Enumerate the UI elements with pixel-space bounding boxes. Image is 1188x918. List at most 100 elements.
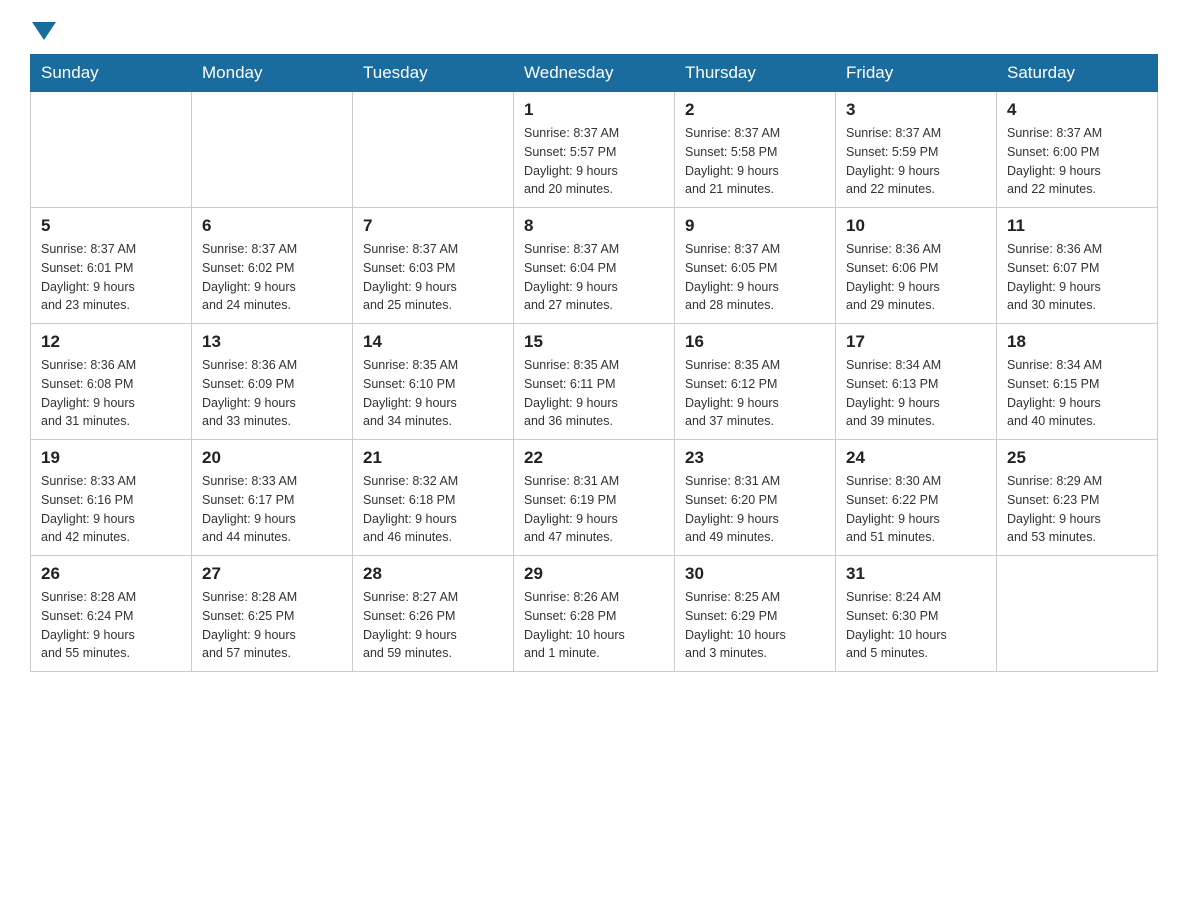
day-number: 22 xyxy=(524,448,664,468)
calendar-cell: 19Sunrise: 8:33 AMSunset: 6:16 PMDayligh… xyxy=(31,440,192,556)
day-info: Sunrise: 8:32 AMSunset: 6:18 PMDaylight:… xyxy=(363,472,503,547)
calendar-cell: 17 Sunrise: 8:34 AMSunset: 6:13 PMDayligh… xyxy=(836,324,997,440)
day-info: Sunrise: 8:30 AMSunset: 6:22 PMDaylight:… xyxy=(846,472,986,547)
day-info: Sunrise: 8:36 AMSunset: 6:08 PMDaylight:… xyxy=(41,356,181,431)
day-info: Sunrise: 8:26 AMSunset: 6:28 PMDaylight:… xyxy=(524,588,664,663)
calendar-cell: 29 Sunrise: 8:26 AMSunset: 6:28 PMDayligh… xyxy=(514,556,675,672)
day-number: 3 xyxy=(846,100,986,120)
calendar-cell: 9 Sunrise: 8:37 AMSunset: 6:05 PMDaylight… xyxy=(675,208,836,324)
day-info: Sunrise: 8:34 AMSunset: 6:13 PMDaylight:… xyxy=(846,356,986,431)
day-info: Sunrise: 8:34 AMSunset: 6:15 PMDaylight:… xyxy=(1007,356,1147,431)
day-number: 24 xyxy=(846,448,986,468)
day-info: Sunrise: 8:24 AMSunset: 6:30 PMDaylight:… xyxy=(846,588,986,663)
day-number: 18 xyxy=(1007,332,1147,352)
day-info: Sunrise: 8:27 AMSunset: 6:26 PMDaylight:… xyxy=(363,588,503,663)
day-info: Sunrise: 8:33 AMSunset: 6:16 PMDaylight:… xyxy=(41,472,181,547)
calendar-weekday-sunday: Sunday xyxy=(31,55,192,92)
day-number: 14 xyxy=(363,332,503,352)
calendar-cell xyxy=(997,556,1158,672)
day-number: 30 xyxy=(685,564,825,584)
calendar-week-row: 19Sunrise: 8:33 AMSunset: 6:16 PMDayligh… xyxy=(31,440,1158,556)
day-info: Sunrise: 8:29 AMSunset: 6:23 PMDaylight:… xyxy=(1007,472,1147,547)
calendar-cell: 31Sunrise: 8:24 AMSunset: 6:30 PMDayligh… xyxy=(836,556,997,672)
calendar-cell xyxy=(192,92,353,208)
day-info: Sunrise: 8:28 AMSunset: 6:24 PMDaylight:… xyxy=(41,588,181,663)
day-info: Sunrise: 8:37 AMSunset: 5:59 PMDaylight:… xyxy=(846,124,986,199)
day-number: 23 xyxy=(685,448,825,468)
calendar-cell: 18 Sunrise: 8:34 AMSunset: 6:15 PMDayligh… xyxy=(997,324,1158,440)
calendar-cell: 22Sunrise: 8:31 AMSunset: 6:19 PMDayligh… xyxy=(514,440,675,556)
day-info: Sunrise: 8:37 AMSunset: 6:05 PMDaylight:… xyxy=(685,240,825,315)
day-info: Sunrise: 8:37 AMSunset: 6:04 PMDaylight:… xyxy=(524,240,664,315)
day-info: Sunrise: 8:37 AMSunset: 5:58 PMDaylight:… xyxy=(685,124,825,199)
logo-triangle-icon xyxy=(32,22,56,40)
calendar-cell: 20Sunrise: 8:33 AMSunset: 6:17 PMDayligh… xyxy=(192,440,353,556)
day-number: 20 xyxy=(202,448,342,468)
day-number: 2 xyxy=(685,100,825,120)
calendar-cell: 24 Sunrise: 8:30 AMSunset: 6:22 PMDayligh… xyxy=(836,440,997,556)
calendar-cell: 12 Sunrise: 8:36 AMSunset: 6:08 PMDayligh… xyxy=(31,324,192,440)
day-number: 4 xyxy=(1007,100,1147,120)
calendar-cell xyxy=(353,92,514,208)
day-info: Sunrise: 8:35 AMSunset: 6:11 PMDaylight:… xyxy=(524,356,664,431)
day-info: Sunrise: 8:25 AMSunset: 6:29 PMDaylight:… xyxy=(685,588,825,663)
day-number: 15 xyxy=(524,332,664,352)
day-info: Sunrise: 8:37 AMSunset: 6:01 PMDaylight:… xyxy=(41,240,181,315)
calendar-cell: 30 Sunrise: 8:25 AMSunset: 6:29 PMDayligh… xyxy=(675,556,836,672)
day-info: Sunrise: 8:35 AMSunset: 6:10 PMDaylight:… xyxy=(363,356,503,431)
calendar-weekday-friday: Friday xyxy=(836,55,997,92)
day-info: Sunrise: 8:35 AMSunset: 6:12 PMDaylight:… xyxy=(685,356,825,431)
calendar-cell: 14 Sunrise: 8:35 AMSunset: 6:10 PMDayligh… xyxy=(353,324,514,440)
calendar-weekday-saturday: Saturday xyxy=(997,55,1158,92)
day-number: 25 xyxy=(1007,448,1147,468)
calendar-cell: 4 Sunrise: 8:37 AMSunset: 6:00 PMDaylight… xyxy=(997,92,1158,208)
calendar-cell: 8 Sunrise: 8:37 AMSunset: 6:04 PMDaylight… xyxy=(514,208,675,324)
day-number: 9 xyxy=(685,216,825,236)
calendar-cell: 1 Sunrise: 8:37 AMSunset: 5:57 PMDaylight… xyxy=(514,92,675,208)
day-info: Sunrise: 8:37 AMSunset: 6:02 PMDaylight:… xyxy=(202,240,342,315)
day-number: 17 xyxy=(846,332,986,352)
day-number: 12 xyxy=(41,332,181,352)
calendar-weekday-tuesday: Tuesday xyxy=(353,55,514,92)
day-number: 6 xyxy=(202,216,342,236)
day-number: 8 xyxy=(524,216,664,236)
calendar-cell: 2 Sunrise: 8:37 AMSunset: 5:58 PMDaylight… xyxy=(675,92,836,208)
logo xyxy=(30,20,58,34)
day-info: Sunrise: 8:28 AMSunset: 6:25 PMDaylight:… xyxy=(202,588,342,663)
day-info: Sunrise: 8:36 AMSunset: 6:09 PMDaylight:… xyxy=(202,356,342,431)
day-number: 29 xyxy=(524,564,664,584)
day-info: Sunrise: 8:37 AMSunset: 5:57 PMDaylight:… xyxy=(524,124,664,199)
calendar-cell: 28Sunrise: 8:27 AMSunset: 6:26 PMDayligh… xyxy=(353,556,514,672)
calendar-weekday-monday: Monday xyxy=(192,55,353,92)
day-number: 13 xyxy=(202,332,342,352)
calendar-cell: 26 Sunrise: 8:28 AMSunset: 6:24 PMDayligh… xyxy=(31,556,192,672)
calendar-cell: 13 Sunrise: 8:36 AMSunset: 6:09 PMDayligh… xyxy=(192,324,353,440)
calendar-cell: 15 Sunrise: 8:35 AMSunset: 6:11 PMDayligh… xyxy=(514,324,675,440)
day-info: Sunrise: 8:36 AMSunset: 6:07 PMDaylight:… xyxy=(1007,240,1147,315)
calendar-cell: 16 Sunrise: 8:35 AMSunset: 6:12 PMDayligh… xyxy=(675,324,836,440)
day-number: 10 xyxy=(846,216,986,236)
day-number: 16 xyxy=(685,332,825,352)
day-number: 27 xyxy=(202,564,342,584)
calendar-week-row: 5 Sunrise: 8:37 AMSunset: 6:01 PMDaylight… xyxy=(31,208,1158,324)
day-info: Sunrise: 8:37 AMSunset: 6:03 PMDaylight:… xyxy=(363,240,503,315)
page-header xyxy=(30,20,1158,34)
calendar-cell: 25 Sunrise: 8:29 AMSunset: 6:23 PMDayligh… xyxy=(997,440,1158,556)
calendar-cell: 5 Sunrise: 8:37 AMSunset: 6:01 PMDaylight… xyxy=(31,208,192,324)
calendar-cell xyxy=(31,92,192,208)
calendar-week-row: 12 Sunrise: 8:36 AMSunset: 6:08 PMDayligh… xyxy=(31,324,1158,440)
calendar-weekday-thursday: Thursday xyxy=(675,55,836,92)
calendar-table: SundayMondayTuesdayWednesdayThursdayFrid… xyxy=(30,54,1158,672)
day-number: 11 xyxy=(1007,216,1147,236)
day-number: 5 xyxy=(41,216,181,236)
calendar-week-row: 26 Sunrise: 8:28 AMSunset: 6:24 PMDayligh… xyxy=(31,556,1158,672)
calendar-cell: 27 Sunrise: 8:28 AMSunset: 6:25 PMDayligh… xyxy=(192,556,353,672)
day-info: Sunrise: 8:37 AMSunset: 6:00 PMDaylight:… xyxy=(1007,124,1147,199)
calendar-cell: 6 Sunrise: 8:37 AMSunset: 6:02 PMDaylight… xyxy=(192,208,353,324)
calendar-week-row: 1 Sunrise: 8:37 AMSunset: 5:57 PMDaylight… xyxy=(31,92,1158,208)
day-number: 1 xyxy=(524,100,664,120)
day-number: 26 xyxy=(41,564,181,584)
calendar-cell: 10 Sunrise: 8:36 AMSunset: 6:06 PMDayligh… xyxy=(836,208,997,324)
day-info: Sunrise: 8:36 AMSunset: 6:06 PMDaylight:… xyxy=(846,240,986,315)
calendar-cell: 21Sunrise: 8:32 AMSunset: 6:18 PMDayligh… xyxy=(353,440,514,556)
